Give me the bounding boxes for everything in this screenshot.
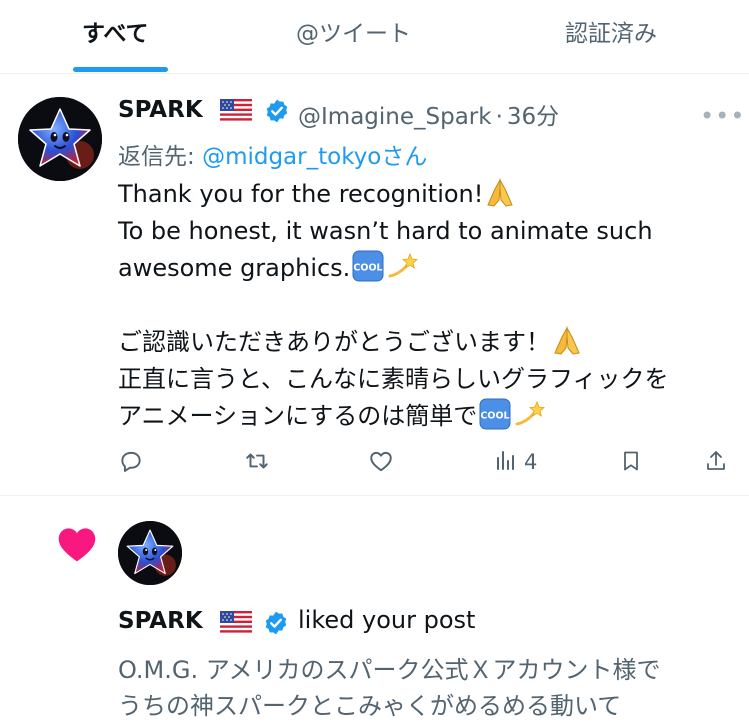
liker-name[interactable]: SPARK	[118, 608, 203, 634]
views-count: 4	[524, 450, 538, 474]
preview-line: うちの神スパークとこみゃくがめるめる動いて	[118, 692, 622, 720]
post-divider	[0, 495, 749, 496]
bookmark-button[interactable]	[619, 448, 643, 478]
author-name[interactable]: SPARK	[118, 97, 203, 123]
post-line-text: Thank you for the recognition!	[118, 180, 484, 208]
us-flag-icon	[220, 99, 252, 125]
notification-tabs: すべて @ツイート 認証済み	[0, 0, 749, 74]
post-action-bar: 4	[0, 448, 749, 476]
reply-to-user-link[interactable]: @midgar_tokyo	[202, 144, 381, 170]
svg-text:COOL: COOL	[354, 263, 383, 274]
post-line: awesome graphics. COOL	[118, 250, 728, 287]
dizzy-star-icon	[386, 250, 419, 293]
verified-badge-icon	[264, 98, 290, 128]
post-body: Thank you for the recognition! To be hon…	[118, 176, 728, 435]
heart-outline-icon	[368, 448, 394, 478]
reply-button[interactable]	[118, 448, 144, 478]
reply-to-line: 返信先: @midgar_tokyoさん	[118, 137, 427, 171]
share-button[interactable]	[704, 448, 728, 478]
post-line-text: ご認識いただきありがとうございます！	[118, 328, 550, 356]
reply-to-suffix[interactable]: さん	[381, 144, 427, 170]
tab-all[interactable]: すべて	[82, 14, 148, 48]
post-line	[118, 287, 728, 324]
post-line-text: awesome graphics.	[118, 254, 351, 282]
preview-line: O.M.G. アメリカのスパーク公式Ｘアカウント様で	[118, 656, 661, 684]
post-line: Thank you for the recognition!	[118, 176, 728, 213]
post-time[interactable]: 36分	[507, 104, 559, 130]
author-handle[interactable]: @Imagine_Spark	[298, 104, 492, 130]
reply-icon	[118, 448, 144, 478]
heart-filled-icon	[56, 524, 98, 568]
reply-to-prefix: 返信先:	[118, 144, 195, 170]
like-button[interactable]	[368, 448, 394, 478]
more-options-icon[interactable]: •••	[700, 102, 745, 130]
bookmark-icon	[619, 448, 643, 478]
liked-post-preview[interactable]: O.M.G. アメリカのスパーク公式Ｘアカウント様で うちの神スパークとこみゃく…	[118, 652, 738, 724]
post-line: 正直に言うと、こんなに素晴らしいグラフィックを	[118, 365, 669, 393]
post-line: To be honest, it wasn’t hard to animate …	[118, 217, 653, 245]
svg-text:COOL: COOL	[481, 411, 510, 422]
liked-action-text: liked your post	[298, 606, 476, 634]
retweet-button[interactable]	[243, 448, 271, 478]
meta-separator: ·	[495, 104, 503, 130]
cool-icon: COOL	[479, 398, 511, 441]
post-line: アニメーションにするのは簡単で COOL	[118, 398, 728, 435]
tab-mentions[interactable]: @ツイート	[296, 14, 411, 48]
cool-icon: COOL	[352, 250, 384, 293]
post-meta: @Imagine_Spark · 36分	[298, 97, 559, 131]
us-flag-icon	[220, 611, 252, 637]
views-chart-icon	[494, 448, 518, 476]
active-tab-indicator	[73, 67, 168, 72]
share-icon	[704, 448, 728, 478]
verified-badge-icon	[263, 610, 289, 640]
avatar[interactable]	[18, 97, 102, 181]
tab-verified[interactable]: 認証済み	[565, 14, 657, 48]
liker-avatar[interactable]	[118, 521, 182, 585]
post-line-text: アニメーションにするのは簡単で	[118, 402, 478, 430]
post-line: ご認識いただきありがとうございます！	[118, 324, 728, 361]
retweet-icon	[243, 448, 271, 478]
views-button[interactable]: 4	[494, 448, 537, 476]
dizzy-star-icon	[513, 398, 546, 441]
